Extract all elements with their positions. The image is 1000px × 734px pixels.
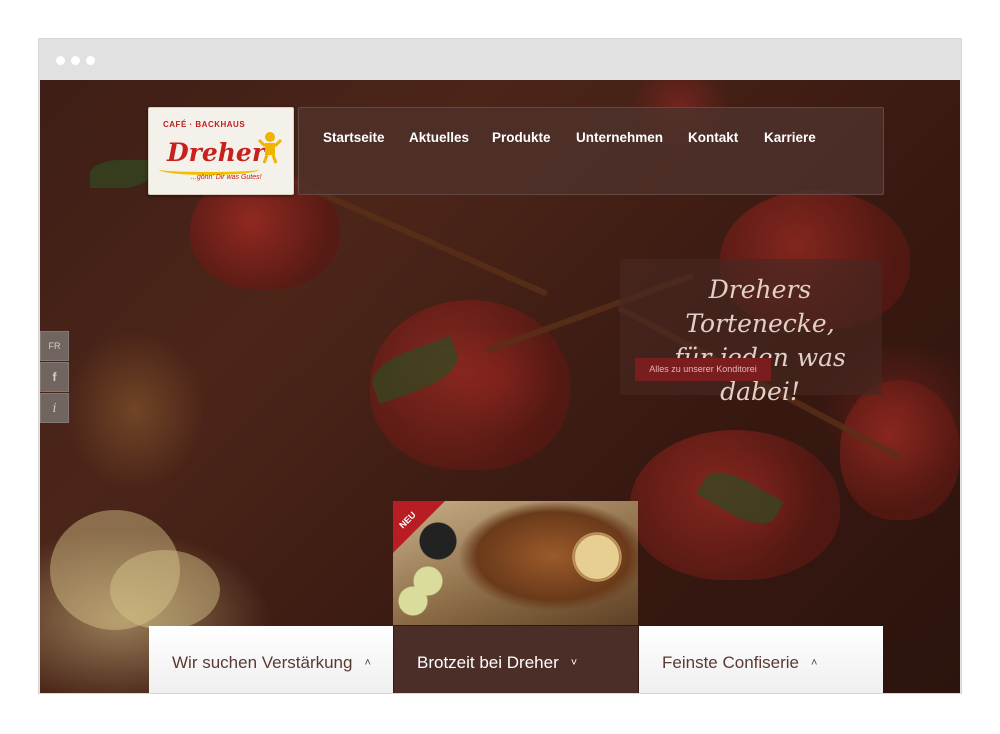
logo-top-line: CAFÉ · BACKHAUS — [163, 120, 246, 129]
browser-window: CAFÉ · BACKHAUS Dreher ...gönn' Dir was … — [38, 38, 962, 694]
chevron-up-icon: ˄ — [811, 657, 818, 669]
window-dot-icon — [56, 56, 65, 65]
nav-item-startseite[interactable]: Startseite — [323, 130, 385, 145]
leaf-image — [90, 160, 150, 188]
hero-headline-line1: Drehers Tortenecke, — [685, 275, 835, 338]
main-navigation: Startseite Aktuelles Produkte Unternehme… — [298, 107, 884, 195]
logo-name: Dreher — [167, 138, 266, 167]
hero-banner: Drehers Tortenecke, für jeden was dabei!… — [620, 259, 882, 406]
cream-image — [110, 550, 220, 630]
chevron-down-icon: ˅ — [570, 657, 578, 669]
card-confiserie[interactable]: Feinste Confiserie ˄ — [639, 626, 883, 693]
brotzeit-image[interactable]: NEU — [393, 501, 638, 625]
nav-item-aktuelles[interactable]: Aktuelles — [409, 130, 469, 145]
facebook-icon[interactable]: f — [40, 362, 69, 392]
page-viewport: CAFÉ · BACKHAUS Dreher ...gönn' Dir was … — [40, 80, 960, 693]
window-dot-icon — [71, 56, 80, 65]
card-title: Brotzeit bei Dreher ˅ — [417, 653, 578, 672]
browser-titlebar — [39, 39, 961, 80]
info-icon[interactable]: i — [40, 393, 69, 423]
chevron-up-icon: ˄ — [364, 657, 371, 669]
baker-icon — [257, 132, 283, 164]
card-brotzeit[interactable]: Brotzeit bei Dreher ˅ — [394, 626, 638, 693]
language-switch-button[interactable]: FR — [40, 331, 69, 361]
nav-item-karriere[interactable]: Karriere — [764, 130, 816, 145]
logo-tagline: ...gönn' Dir was Gutes! — [191, 174, 262, 181]
logo[interactable]: CAFÉ · BACKHAUS Dreher ...gönn' Dir was … — [148, 107, 294, 195]
card-wir-suchen[interactable]: Wir suchen Verstärkung ˄ — [149, 626, 393, 693]
card-title: Wir suchen Verstärkung ˄ — [172, 653, 371, 672]
nav-item-kontakt[interactable]: Kontakt — [688, 130, 738, 145]
konditorei-button[interactable]: Alles zu unserer Konditorei — [635, 358, 771, 381]
hero-headline: Drehers Tortenecke, für jeden was dabei! — [640, 273, 880, 409]
window-dot-icon — [86, 56, 95, 65]
nav-item-produkte[interactable]: Produkte — [492, 130, 551, 145]
bio-ernte-stamp-image — [573, 533, 621, 581]
nav-item-unternehmen[interactable]: Unternehmen — [576, 130, 663, 145]
card-title: Feinste Confiserie ˄ — [662, 653, 818, 672]
